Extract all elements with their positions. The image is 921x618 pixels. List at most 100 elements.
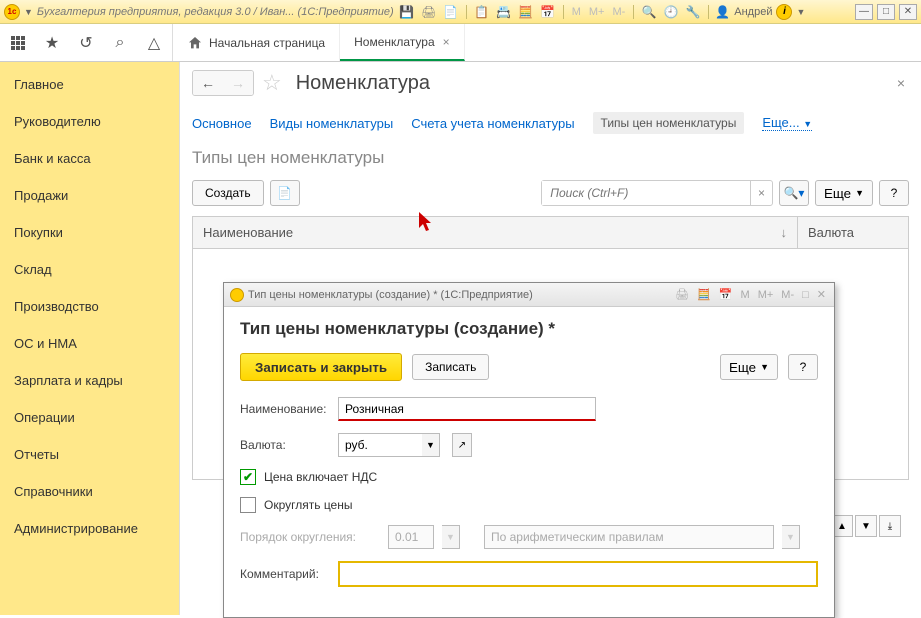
dialog-m-button[interactable]: M (739, 289, 752, 301)
sidebar-item-reports[interactable]: Отчеты (0, 436, 179, 473)
info-dropdown-icon[interactable]: ▼ (796, 7, 805, 17)
tab-nomenclature[interactable]: Номенклатура × (340, 24, 465, 61)
star-icon[interactable]: ★ (42, 33, 62, 53)
help-button[interactable]: ? (879, 180, 909, 206)
tab-home-label: Начальная страница (209, 36, 325, 50)
calendar-icon[interactable]: 📅 (539, 3, 557, 21)
user-icon: 👤 (715, 5, 730, 19)
close-page-button[interactable]: × (893, 71, 909, 95)
section-title: Типы цен номенклатуры (192, 148, 909, 168)
user-name[interactable]: Андрей (734, 6, 772, 18)
m-plus-button[interactable]: M+ (587, 6, 607, 18)
dialog-m-plus-button[interactable]: M+ (756, 289, 776, 301)
sidebar-item-catalogs[interactable]: Справочники (0, 473, 179, 510)
currency-dropdown-icon[interactable]: ▼ (422, 433, 440, 457)
window-title: Бухгалтерия предприятия, редакция 3.0 / … (37, 6, 394, 18)
dialog-maximize-button[interactable]: □ (800, 289, 811, 301)
subnav: Основное Виды номенклатуры Счета учета н… (192, 112, 909, 134)
printer-icon[interactable]: 📇 (495, 3, 513, 21)
sidebar-item-operations[interactable]: Операции (0, 399, 179, 436)
create-button[interactable]: Создать (192, 180, 264, 206)
name-input[interactable] (338, 397, 596, 421)
sidebar-item-sales[interactable]: Продажи (0, 177, 179, 214)
doc-icon[interactable]: 📄 (442, 3, 460, 21)
link-icon[interactable]: 🕘 (662, 3, 680, 21)
sidebar-item-payroll[interactable]: Зарплата и кадры (0, 362, 179, 399)
search-clear-icon[interactable]: × (750, 181, 772, 205)
print-icon[interactable]: 🖨 (420, 3, 438, 21)
save-icon[interactable]: 💾 (398, 3, 416, 21)
save-button[interactable]: Записать (412, 354, 489, 380)
m-minus-button[interactable]: M- (610, 6, 627, 18)
dialog-title-text: Тип цены номенклатуры (создание) * (1С:П… (248, 289, 669, 301)
calculator-icon[interactable]: 🧮 (517, 3, 535, 21)
dialog-heading: Тип цены номенклатуры (создание) * (240, 319, 818, 339)
dropdown-icon[interactable]: ▼ (24, 7, 33, 17)
subnav-main[interactable]: Основное (192, 116, 252, 131)
search-input[interactable] (542, 181, 750, 205)
dialog-titlebar[interactable]: Тип цены номенклатуры (создание) * (1С:П… (224, 283, 834, 307)
round-rule-input (484, 525, 774, 549)
round-checkbox[interactable] (240, 497, 256, 513)
sidebar-item-assets[interactable]: ОС и НМА (0, 325, 179, 362)
subnav-accounts[interactable]: Счета учета номенклатуры (411, 116, 574, 131)
price-type-dialog: Тип цены номенклатуры (создание) * (1С:П… (223, 282, 835, 618)
favorite-star-icon[interactable]: ☆ (262, 70, 282, 96)
nav-buttons: ← → (192, 70, 254, 96)
bell-icon[interactable]: △ (144, 33, 164, 53)
dialog-logo-icon (230, 288, 244, 302)
maximize-button[interactable]: □ (877, 4, 895, 20)
currency-open-button[interactable]: ↗ (452, 433, 472, 457)
comment-label: Комментарий: (240, 567, 330, 581)
subnav-more[interactable]: Еще... ▼ (762, 115, 812, 131)
search-icon[interactable]: ⌕ (110, 33, 130, 53)
info-icon[interactable]: i (776, 4, 792, 20)
window-titlebar: 1c ▼ Бухгалтерия предприятия, редакция 3… (0, 0, 921, 24)
sidebar-item-stock[interactable]: Склад (0, 251, 179, 288)
copy-button[interactable]: 📄 (270, 180, 300, 206)
tab-home[interactable]: Начальная страница (173, 24, 340, 61)
scroll-down-button[interactable]: ▼ (855, 515, 877, 537)
col-name-header[interactable]: Наименование ↓ (193, 217, 798, 248)
vat-checkbox[interactable]: ✔ (240, 469, 256, 485)
currency-input[interactable] (338, 433, 422, 457)
dialog-print-icon[interactable]: 🖨 (673, 288, 691, 301)
subnav-price-types[interactable]: Типы цен номенклатуры (593, 112, 745, 134)
vat-label: Цена включает НДС (264, 470, 377, 484)
nav-back-button[interactable]: ← (193, 71, 223, 95)
page-title: Номенклатура (296, 72, 430, 95)
history-icon[interactable]: ↺ (76, 33, 96, 53)
tab-close-icon[interactable]: × (443, 35, 450, 49)
round-value-dropdown-icon: ▼ (442, 525, 460, 549)
close-window-button[interactable]: ✕ (899, 4, 917, 20)
dialog-calendar-icon[interactable]: 📅 (717, 288, 735, 301)
more-button[interactable]: Еще ▼ (815, 180, 873, 206)
minimize-button[interactable]: — (855, 4, 873, 20)
dialog-more-button[interactable]: Еще ▼ (720, 354, 778, 380)
m-button[interactable]: M (570, 6, 583, 18)
sidebar-item-purchases[interactable]: Покупки (0, 214, 179, 251)
dialog-help-button[interactable]: ? (788, 354, 818, 380)
advanced-search-button[interactable]: 🔍▾ (779, 180, 809, 206)
comment-input[interactable] (338, 561, 818, 587)
apps-icon[interactable] (8, 33, 28, 53)
sort-indicator-icon: ↓ (781, 225, 788, 240)
sidebar-item-production[interactable]: Производство (0, 288, 179, 325)
dialog-calc-icon[interactable]: 🧮 (695, 288, 713, 301)
nav-forward-button[interactable]: → (223, 71, 253, 95)
app-toolbar: ★ ↺ ⌕ △ Начальная страница Номенклатура … (0, 24, 921, 62)
sidebar-item-bank[interactable]: Банк и касса (0, 140, 179, 177)
zoom-icon[interactable]: 🔍 (640, 3, 658, 21)
sidebar-item-admin[interactable]: Администрирование (0, 510, 179, 547)
sidebar-item-main[interactable]: Главное (0, 66, 179, 103)
round-order-label: Порядок округления: (240, 530, 380, 544)
save-close-button[interactable]: Записать и закрыть (240, 353, 402, 381)
col-currency-header[interactable]: Валюта (798, 217, 908, 248)
tools-icon[interactable]: 🔧 (684, 3, 702, 21)
clipboard-icon[interactable]: 📋 (473, 3, 491, 21)
scroll-bottom-button[interactable]: ⤓ (879, 515, 901, 537)
subnav-kinds[interactable]: Виды номенклатуры (270, 116, 394, 131)
dialog-close-button[interactable]: ✕ (815, 288, 828, 301)
sidebar-item-manager[interactable]: Руководителю (0, 103, 179, 140)
dialog-m-minus-button[interactable]: M- (779, 289, 796, 301)
